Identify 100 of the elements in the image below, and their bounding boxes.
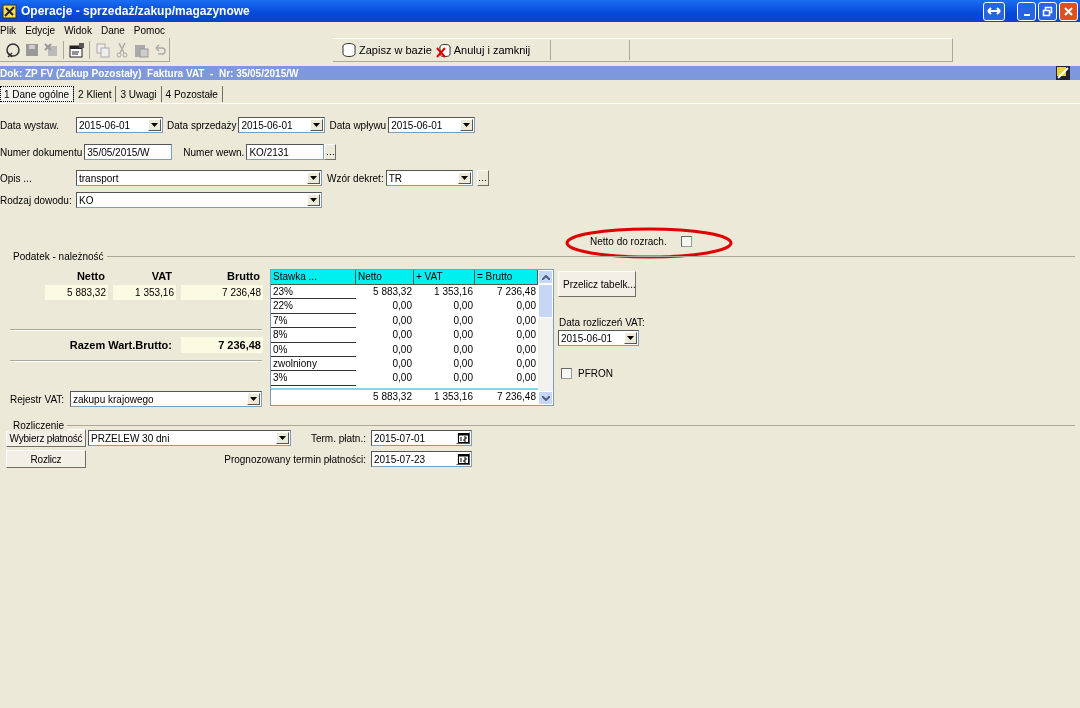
restore-button[interactable]: [1038, 1, 1057, 21]
table-cell-text: 0,00: [452, 313, 474, 328]
database-icon: [341, 42, 357, 58]
total-amount: 7 236,48: [181, 337, 263, 353]
date-dropdown[interactable]: 2015-06-01: [238, 117, 326, 133]
table-cell-text: 0,00: [515, 313, 537, 328]
field-label: Data sprzedaży: [167, 119, 238, 131]
resize-button[interactable]: [983, 1, 1005, 21]
table-cell: 0%: [271, 342, 356, 357]
app-icon: [2, 3, 17, 19]
table-cell-text: 0,00: [391, 356, 413, 371]
table-cell-text: 0,00: [452, 342, 474, 357]
table-cell: 8%: [271, 328, 356, 343]
checkbox[interactable]: [561, 368, 572, 379]
table-cell-text: 0,00: [452, 328, 474, 343]
total-label: Razem Wart.Brutto:: [68, 339, 172, 351]
settle-button[interactable]: Rozlicz: [6, 450, 86, 468]
table-cell: 22%: [271, 299, 356, 314]
menu-item[interactable]: Widok: [64, 24, 92, 36]
date-field[interactable]: 2015-07-23: [371, 451, 472, 467]
save-to-database-button[interactable]: Zapisz w bazie: [339, 40, 434, 60]
tab[interactable]: 3 Uwagi: [116, 86, 162, 102]
tab[interactable]: 1 Dane ogólne: [0, 86, 75, 102]
group-title: Rozliczenie: [5, 419, 68, 431]
amount-field: 1 353,16: [113, 285, 176, 300]
input-field[interactable]: 35/05/2015/W: [84, 144, 173, 160]
table-cell-text: 0,00: [515, 328, 537, 343]
date-dropdown[interactable]: 2015-06-01: [388, 117, 476, 133]
recalculate-button[interactable]: Przelicz tabelk...: [558, 271, 636, 297]
window-title: Operacje - sprzedaż/zakup/magazynowe: [21, 4, 250, 18]
minimize-button[interactable]: [1017, 1, 1036, 21]
description-dropdown[interactable]: transport: [76, 170, 322, 186]
column-header[interactable]: Stawka ...: [271, 270, 356, 285]
table-cell-text: 0,00: [515, 371, 537, 386]
group-title: Podatek - należność: [5, 250, 107, 262]
field-label: Data rozliczeń VAT:: [559, 317, 645, 328]
caret-icon: [310, 176, 317, 180]
table-cell-text: 0,00: [515, 299, 537, 314]
field-label: Numer wewn.: [183, 146, 246, 158]
date-field[interactable]: 2015-07-01: [371, 430, 472, 446]
table-cell-text: 0,00: [452, 299, 474, 314]
field-label: Numer dokumentu: [0, 146, 84, 158]
table-cell-text: 0,00: [391, 313, 413, 328]
browse-button[interactable]: [324, 144, 337, 160]
column-header[interactable]: + VAT: [414, 270, 475, 285]
caret-icon: [627, 336, 634, 340]
date-dropdown[interactable]: 2015-06-01: [558, 330, 639, 346]
field-label: Opis ...: [0, 172, 33, 184]
input-field[interactable]: KO/2131: [246, 144, 325, 160]
menu-item[interactable]: Dane: [100, 24, 125, 36]
amount-field: 5 883,32: [45, 285, 108, 300]
column-header: Netto: [75, 270, 105, 284]
table-cell: 3%: [271, 371, 356, 386]
table-cell-text: 0,00: [515, 356, 537, 371]
checkbox[interactable]: [680, 235, 692, 247]
table-cell-text: 5 883,32: [372, 285, 413, 299]
cancel-icon: [435, 42, 452, 58]
vat-register-dropdown[interactable]: zakupu krajowego: [70, 391, 262, 407]
table-cell-text: 5 883,32: [372, 390, 413, 404]
tab[interactable]: 4 Pozostałe: [161, 86, 223, 102]
tab[interactable]: 2 Klient: [74, 86, 117, 102]
checkbox-label: Netto do rozrach.: [590, 235, 667, 247]
table-cell-text: 1 353,16: [433, 390, 474, 404]
date-dropdown[interactable]: 2015-06-01: [76, 117, 163, 133]
caret-icon: [313, 123, 321, 127]
choose-payment-button[interactable]: Wybierz płatność: [6, 429, 86, 447]
field-label: Rejestr VAT:: [10, 393, 66, 405]
menu-item[interactable]: Plik: [0, 24, 17, 36]
double-arrow-icon: [987, 6, 1001, 16]
table-cell-text: 0,00: [391, 371, 413, 386]
calendar-icon: [457, 454, 469, 464]
table-cell: 7%: [271, 313, 356, 329]
template-dropdown[interactable]: TR: [385, 170, 473, 186]
proof-type-dropdown[interactable]: KO: [76, 192, 322, 208]
menu-item[interactable]: Edycje: [25, 24, 56, 36]
caret-icon: [279, 436, 286, 440]
table-cell: zwolniony: [271, 356, 356, 372]
column-header: VAT: [150, 270, 172, 284]
document-title: Dok: ZP FV (Zakup Pozostały) Faktura VAT - Nr: 35/05/2015/W: [0, 67, 299, 79]
field-label: Wzór dekret:: [327, 172, 385, 184]
caret-icon: [250, 397, 257, 401]
caret-icon: [460, 176, 468, 180]
scrollbar[interactable]: [538, 270, 553, 405]
table-cell-text: 0,00: [391, 342, 413, 357]
table-cell-text: 0,00: [452, 371, 474, 386]
cancel-and-close-button[interactable]: Anuluj i zamknij: [433, 40, 533, 60]
menu-item[interactable]: Pomoc: [133, 24, 165, 36]
table-cell-text: 0,00: [391, 328, 413, 343]
field-label: Rodzaj dowodu:: [0, 194, 73, 206]
caret-icon: [151, 123, 158, 127]
restore-icon: [1042, 5, 1053, 17]
payment-method-dropdown[interactable]: PRZELEW 30 dni: [88, 430, 291, 446]
table-cell-text: 0,00: [452, 356, 474, 371]
close-button[interactable]: [1059, 1, 1078, 21]
close-icon: [1063, 5, 1074, 17]
column-header[interactable]: Netto: [356, 270, 414, 285]
amount-field: 7 236,48: [181, 285, 263, 300]
field-label: Data wpływu: [329, 119, 388, 131]
table-cell-text: 7 236,48: [496, 390, 537, 404]
browse-button[interactable]: [476, 170, 489, 186]
